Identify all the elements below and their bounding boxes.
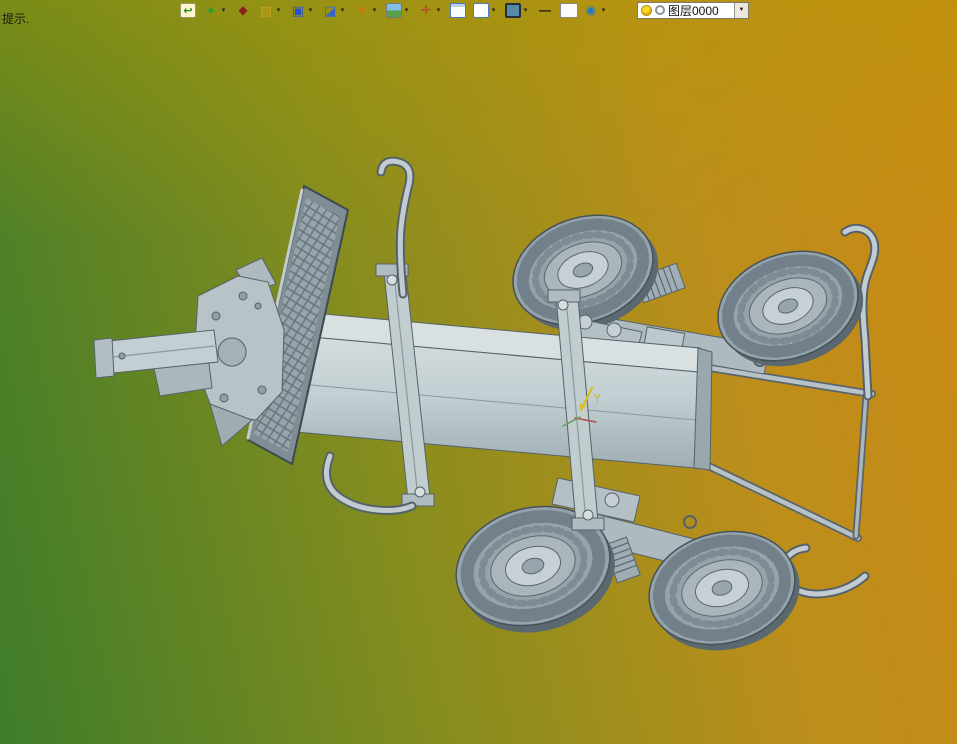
move-crosshair-dropdown-arrow[interactable]: ▾	[434, 3, 443, 18]
layer-combo-dropdown-arrow[interactable]: ▼	[734, 2, 748, 18]
toolbar-button-view-orientation[interactable]: ▣ ▾	[290, 2, 319, 19]
blank-sheet-icon	[560, 2, 578, 18]
material-diamond-icon: ◆	[238, 2, 248, 17]
toolbar-button-line-width[interactable]: —	[537, 2, 557, 19]
zoom-previous-icon: ↩	[180, 2, 196, 18]
layer-combo-value[interactable]: 图层0000	[668, 2, 731, 19]
scene-background-dropdown-arrow[interactable]: ▾	[402, 3, 411, 18]
toolbar-row: ↩ ✦ ▾ ◆ ▧ ▾ ▣ ▾ ◪ ▾ ☀ ▾ ▾ ✛ ▾ ▾ ▾ — ◉ ▾ …	[180, 1, 749, 19]
toolbar-button-isometric-box[interactable]: ▧ ▾	[258, 2, 287, 19]
toolbar-button-zoom-previous[interactable]: ↩	[180, 2, 200, 19]
trailer-model[interactable]: Y	[93, 156, 880, 667]
toolbar-button-new-viewport[interactable]: ▾	[473, 2, 502, 19]
isometric-box-icon: ▧	[259, 2, 273, 18]
toolbar-button-blank-sheet[interactable]	[560, 2, 580, 19]
toolbar-button-render-quality[interactable]: ✦ ▾	[203, 2, 232, 19]
section-wheel-icon: ☀	[356, 2, 368, 18]
line-width-icon: —	[539, 2, 551, 17]
visibility-lens-icon: ◉	[585, 2, 597, 17]
visibility-lens-dropdown-arrow[interactable]: ▾	[599, 3, 608, 18]
toolbar-button-display-style[interactable]: ▾	[505, 2, 534, 19]
hint-text: 提示.	[2, 12, 30, 26]
render-quality-dropdown-arrow[interactable]: ▾	[219, 3, 228, 18]
toolbar-button-view-cube[interactable]: ◪ ▾	[322, 2, 351, 19]
triad-y-label: Y	[593, 392, 601, 405]
layer-color-ring-icon[interactable]	[655, 5, 665, 15]
view-orientation-icon: ▣	[291, 2, 305, 18]
view-orientation-dropdown-arrow[interactable]: ▾	[306, 3, 315, 18]
move-crosshair-icon: ✛	[420, 2, 432, 17]
toolbar-button-scene-background[interactable]: ▾	[386, 2, 415, 19]
view-cube-dropdown-arrow[interactable]: ▾	[338, 3, 347, 18]
new-viewport-dropdown-arrow[interactable]: ▾	[489, 3, 498, 18]
toolbar-button-section-wheel[interactable]: ☀ ▾	[354, 2, 383, 19]
toolbar-button-viewport-window[interactable]	[450, 2, 470, 19]
section-wheel-dropdown-arrow[interactable]: ▾	[370, 3, 379, 18]
stake-front-bottom[interactable]	[321, 451, 417, 515]
layer-visibility-bulb-icon[interactable]	[641, 4, 652, 16]
view-cube-icon: ◪	[323, 2, 337, 18]
rear-frame-rails[interactable]	[688, 362, 876, 542]
toolbar-button-material-diamond[interactable]: ◆	[235, 2, 255, 19]
viewport-window-icon	[450, 2, 466, 18]
isometric-box-dropdown-arrow[interactable]: ▾	[274, 3, 283, 18]
scene-background-icon	[386, 2, 402, 18]
toolbar: ↩ ✦ ▾ ◆ ▧ ▾ ▣ ▾ ◪ ▾ ☀ ▾ ▾ ✛ ▾ ▾ ▾ — ◉ ▾	[180, 2, 612, 19]
toolbar-button-move-crosshair[interactable]: ✛ ▾	[418, 2, 447, 19]
display-style-dropdown-arrow[interactable]: ▾	[521, 3, 530, 18]
new-viewport-icon	[473, 2, 489, 18]
toolbar-button-visibility-lens[interactable]: ◉ ▾	[583, 2, 612, 19]
layer-combo[interactable]: 图层0000 ▼	[637, 1, 749, 19]
model-viewport[interactable]: Y	[0, 0, 957, 744]
drawbar[interactable]	[93, 329, 219, 397]
display-style-icon	[505, 2, 521, 18]
render-quality-icon: ✦	[205, 2, 217, 18]
